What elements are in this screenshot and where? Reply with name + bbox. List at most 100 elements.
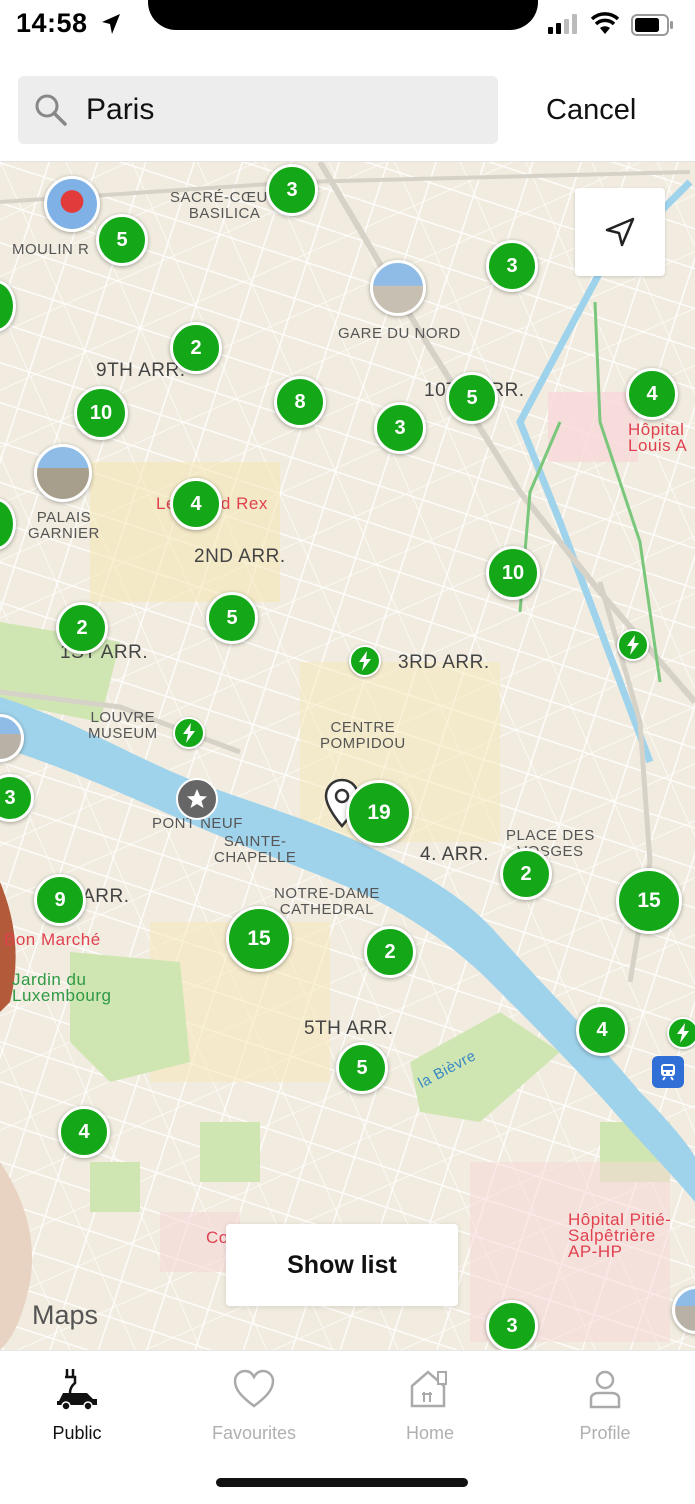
charger-pin[interactable] <box>173 717 205 749</box>
navigation-arrow-icon <box>605 217 635 247</box>
label-palais-garnier: PALAIS GARNIER <box>28 509 100 542</box>
cluster-count: 8 <box>294 390 306 413</box>
status-bar: 14:58 <box>0 0 695 56</box>
cluster-count: 4 <box>78 1120 90 1143</box>
cluster-count: 4 <box>596 1018 608 1041</box>
lightning-bolt-icon <box>627 635 639 655</box>
charger-cluster[interactable]: 15 <box>226 906 292 972</box>
cluster-count: 2 <box>190 336 202 359</box>
charger-cluster[interactable]: 8 <box>274 376 326 428</box>
location-services-icon <box>102 14 120 34</box>
maps-attribution: Maps <box>32 1300 99 1330</box>
charger-cluster[interactable]: 9 <box>34 874 86 926</box>
charger-cluster[interactable]: 2 <box>170 322 222 374</box>
charger-cluster[interactable]: 5 <box>206 592 258 644</box>
home-indicator[interactable] <box>216 1478 468 1487</box>
label-hopital-pitie: Hôpital Pitié- Salpêtrière AP-HP <box>568 1210 672 1261</box>
charger-pin[interactable] <box>617 629 649 661</box>
cluster-count: 2 <box>76 616 88 639</box>
landmark-gare-du-nord-pin[interactable] <box>370 260 426 316</box>
cluster-count: 15 <box>247 927 271 950</box>
tab-favourites[interactable]: Favourites <box>179 1361 329 1451</box>
cluster-count: 19 <box>367 801 391 824</box>
charger-cluster[interactable]: 5 <box>336 1042 388 1094</box>
wifi-icon <box>590 12 620 34</box>
tab-label: Profile <box>579 1423 631 1443</box>
heart-icon <box>233 1369 275 1408</box>
recenter-location-button[interactable] <box>575 188 665 276</box>
search-header: Paris Cancel <box>0 56 695 162</box>
cluster-count: 3 <box>394 416 406 439</box>
search-field[interactable]: Paris <box>18 76 498 144</box>
charger-cluster[interactable]: 2 <box>364 926 416 978</box>
charger-cluster[interactable]: 3 <box>266 164 318 216</box>
cluster-count: 5 <box>226 606 238 629</box>
charger-cluster[interactable]: 4 <box>576 1004 628 1056</box>
charger-cluster[interactable]: 19 <box>346 780 412 846</box>
lightning-bolt-icon <box>359 651 371 671</box>
charger-pin[interactable] <box>349 645 381 677</box>
label-bon-marche: Bon Marché <box>4 930 101 949</box>
charger-cluster[interactable]: 4 <box>170 478 222 530</box>
show-list-button[interactable]: Show list <box>226 1224 458 1306</box>
charger-cluster[interactable]: 4 <box>626 368 678 420</box>
cluster-count: 3 <box>506 254 518 277</box>
car-charging-icon <box>57 1369 97 1411</box>
tab-label: Public <box>52 1423 102 1443</box>
tab-label: Home <box>405 1423 454 1443</box>
tab-profile[interactable]: Profile <box>530 1361 680 1451</box>
label-sacre-coeur: SACRÉ-CŒUR BASILICA <box>170 189 280 222</box>
train-station-pin[interactable] <box>652 1056 684 1088</box>
cluster-count: 2 <box>384 940 396 963</box>
home-charger-icon <box>410 1370 447 1408</box>
charger-cluster[interactable]: 5 <box>96 214 148 266</box>
tab-label: Favourites <box>211 1423 297 1443</box>
landmark-moulin-rouge-pin[interactable] <box>44 176 100 232</box>
cluster-count: 4 <box>646 382 658 405</box>
label-centre-pompidou: CENTRE POMPIDOU <box>320 719 406 752</box>
person-icon <box>589 1370 621 1409</box>
status-time: 14:58 <box>16 8 88 38</box>
cluster-count: 5 <box>116 228 128 251</box>
charger-cluster[interactable]: 10 <box>74 386 128 440</box>
cellular-signal-icon <box>548 14 577 34</box>
label-hopital-louis: Hôpital Louis A <box>628 420 688 455</box>
charger-cluster[interactable]: 15 <box>616 868 682 934</box>
charger-cluster[interactable]: 2 <box>500 848 552 900</box>
cluster-count: 10 <box>89 401 113 424</box>
label-notre-dame: NOTRE-DAME CATHEDRAL <box>274 885 380 918</box>
charger-cluster[interactable]: 4 <box>58 1106 110 1158</box>
star-icon <box>187 789 207 808</box>
tab-public[interactable]: Public <box>2 1361 152 1451</box>
tab-home[interactable]: Home <box>355 1361 505 1451</box>
district-3rd-arr: 3RD ARR. <box>398 652 490 673</box>
phone-screen: 14:58 Paris Cancel SACRÉ-CŒUR BASILICA M… <box>0 0 695 1504</box>
label-jardin-luxembourg: Jardin du Luxembourg <box>12 970 112 1005</box>
charger-cluster[interactable]: 3 <box>486 1300 538 1350</box>
charger-cluster[interactable]: 10 <box>486 546 540 600</box>
charger-cluster[interactable]: 3 <box>486 240 538 292</box>
cluster-count: 3 <box>286 178 298 201</box>
district-5th-arr: 5TH ARR. <box>304 1018 394 1039</box>
map-view[interactable]: SACRÉ-CŒUR BASILICA MOULIN R GARE DU NORD… <box>0 162 695 1350</box>
cluster-count: 5 <box>356 1056 368 1079</box>
cluster-count: 5 <box>466 386 478 409</box>
label-moulin-rouge: MOULIN R <box>12 241 90 258</box>
cluster-count: 2 <box>520 862 532 885</box>
district-9th-arr: 9TH ARR. <box>96 360 186 381</box>
charger-cluster[interactable]: 5 <box>446 372 498 424</box>
charger-cluster[interactable]: 3 <box>374 402 426 454</box>
charger-pin[interactable] <box>667 1017 695 1049</box>
landmark-palais-garnier-pin[interactable] <box>34 444 92 502</box>
lightning-bolt-icon <box>183 723 195 743</box>
favourite-star-pin[interactable] <box>176 778 218 820</box>
label-gare-du-nord: GARE DU NORD <box>338 325 461 342</box>
train-icon <box>661 1064 675 1081</box>
cancel-button[interactable]: Cancel <box>546 76 636 144</box>
search-input[interactable]: Paris <box>86 76 154 144</box>
cluster-count: 15 <box>637 889 661 912</box>
cluster-count: 9 <box>54 888 66 911</box>
charger-cluster[interactable]: 2 <box>56 602 108 654</box>
notch <box>148 0 538 30</box>
label-sainte-chapelle: SAINTE- CHAPELLE <box>214 833 297 866</box>
